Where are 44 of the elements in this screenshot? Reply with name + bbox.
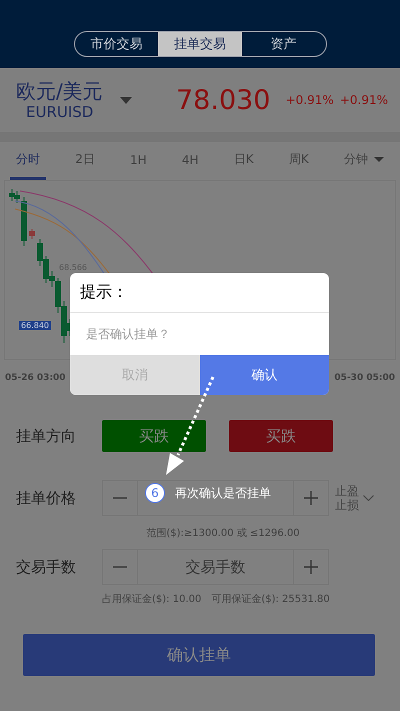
increase-button[interactable]: [293, 480, 329, 516]
candle: [29, 228, 35, 240]
minus-icon: [112, 566, 128, 568]
take-profit-stop-loss[interactable]: 止盈止损: [335, 484, 359, 512]
increase-button[interactable]: [293, 549, 329, 585]
confirm-button[interactable]: 确认: [200, 355, 329, 395]
plus-icon: [303, 490, 319, 506]
free-margin: 可用保证金($): 25531.80: [211, 593, 330, 606]
period-tab[interactable]: 日K: [228, 142, 260, 180]
current-price-tag: 66.840: [19, 321, 51, 330]
used-margin: 占用保证金($): 10.00: [102, 592, 202, 606]
direction-button[interactable]: 买跌: [229, 420, 333, 452]
field-label: 挂单价格: [16, 488, 77, 508]
price-range-hint: 范围($):≥1300.00 或 ≤1296.00: [146, 526, 300, 540]
time-label: 05-30 05:00: [334, 373, 395, 383]
period-tab[interactable]: 1H: [124, 142, 153, 180]
period-tab[interactable]: 4H: [176, 142, 205, 180]
dialog-message: 是否确认挂单？: [85, 326, 171, 342]
lots-input[interactable]: 交易手数: [138, 549, 293, 585]
period-tab[interactable]: 分时: [10, 142, 46, 180]
change-percent: +0.91%: [340, 93, 388, 107]
step-number: 6: [145, 483, 165, 503]
field-label: 交易手数: [16, 558, 77, 576]
price: 78.030: [176, 84, 270, 116]
field-label: 挂单方向: [16, 426, 77, 446]
confirm-order-button[interactable]: 确认挂单: [23, 634, 375, 676]
time-label: 05-26 03:00: [5, 373, 66, 383]
pair-code: EURUISD: [26, 103, 94, 121]
chevron-down-icon[interactable]: [363, 495, 374, 501]
plus-icon: [303, 559, 319, 575]
trade-mode-tab[interactable]: 市价交易: [74, 32, 158, 56]
period-tab[interactable]: 周K: [282, 142, 315, 180]
dialog-title: 提示：: [70, 273, 329, 313]
minus-icon: [112, 497, 128, 499]
period-tab[interactable]: 分钟: [338, 142, 390, 180]
caret-icon: [374, 157, 384, 162]
annotation-text: 再次确认是否挂单: [175, 485, 271, 502]
period-tab[interactable]: 2日: [69, 142, 101, 180]
change-percent: +0.91%: [286, 93, 334, 107]
pair-name: 欧元/美元: [16, 79, 103, 103]
caret-icon[interactable]: [120, 96, 132, 104]
trade-mode-tab[interactable]: 挂单交易: [158, 32, 242, 56]
trade-mode-tab[interactable]: 资产: [242, 32, 326, 56]
direction-button[interactable]: 买跌: [102, 420, 206, 452]
